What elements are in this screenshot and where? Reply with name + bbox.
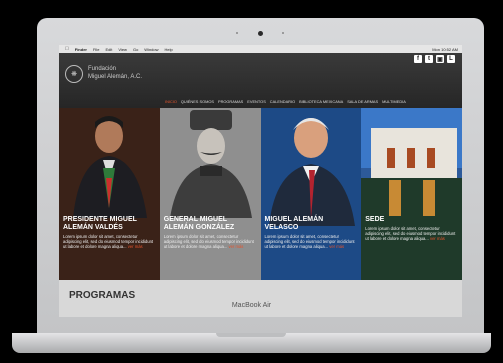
section-title[interactable]: PROGRAMAS xyxy=(69,290,135,301)
menubar-clock[interactable]: Mon 10:52 AM xyxy=(432,47,458,52)
portrait-image xyxy=(260,108,362,280)
camera xyxy=(258,31,263,36)
portrait-image xyxy=(59,108,160,280)
laptop-notch xyxy=(216,333,286,337)
mac-menubar:  Finder File Edit View Go Window Help M… xyxy=(59,45,462,53)
menu-file[interactable]: File xyxy=(93,47,99,52)
programas-section: PROGRAMAS xyxy=(59,280,462,317)
logo-emblem-icon[interactable]: ❋ xyxy=(65,65,83,83)
panel-body: Lorem ipsum dolor sit amet, consectetur … xyxy=(63,234,157,249)
panel-sede[interactable]: SEDE Lorem ipsum dolor sit amet, consect… xyxy=(361,108,462,280)
org-name-line2[interactable]: Miguel Alemán, A.C. xyxy=(88,74,142,80)
sensor-dot xyxy=(282,32,284,34)
main-nav: INICIO QUIÉNES SOMOS PROGRAMAS EVENTOS C… xyxy=(165,99,410,104)
panel-title-line2: VELASCO xyxy=(264,224,299,231)
nav-calendario[interactable]: CALENDARIO xyxy=(270,99,295,104)
panel-caption: SEDE Lorem ipsum dolor sit amet, consect… xyxy=(365,216,459,241)
hero-panels: PRESIDENTE MIGUEL ALEMÁN VALDÉS Lorem ip… xyxy=(59,108,462,280)
panel-title-line1: SEDE xyxy=(365,216,385,223)
panel-body: Lorem ipsum dolor sit amet, consectetur … xyxy=(164,234,258,249)
laptop-base xyxy=(12,333,491,353)
twitter-icon[interactable]: t xyxy=(425,55,433,63)
panel-title-line2: ALEMÁN VALDÉS xyxy=(63,224,123,231)
panel-title-line1: MIGUEL ALEMÁN xyxy=(264,216,324,223)
nav-biblioteca[interactable]: BIBLIOTECA MEXICANA xyxy=(299,99,343,104)
nav-programas[interactable]: PROGRAMAS xyxy=(218,99,243,104)
nav-quienes-somos[interactable]: QUIÉNES SOMOS xyxy=(181,99,214,104)
flickr-icon[interactable]: ▣ xyxy=(436,55,444,63)
nav-eventos[interactable]: EVENTOS xyxy=(247,99,266,104)
portrait-image xyxy=(159,108,261,280)
nav-sala-de-armas[interactable]: SALA DE ARMAS xyxy=(347,99,378,104)
site-header: ❋ Fundación Miguel Alemán, A.C. f t ▣ L … xyxy=(59,53,462,108)
panel-general[interactable]: GENERAL MIGUEL ALEMÁN GONZÁLEZ Lorem ips… xyxy=(159,108,261,280)
panel-body: Lorem ipsum dolor sit amet, consectetur … xyxy=(265,234,359,249)
nav-multimedia[interactable]: MULTIMEDIA xyxy=(382,99,406,104)
panel-title-line1: PRESIDENTE MIGUEL xyxy=(63,216,137,223)
menu-help[interactable]: Help xyxy=(165,47,173,52)
read-more-link[interactable]: ver más xyxy=(430,236,445,241)
screen:  Finder File Edit View Go Window Help M… xyxy=(59,45,462,317)
menu-go[interactable]: Go xyxy=(133,47,138,52)
building-image xyxy=(361,108,462,280)
org-name-line1[interactable]: Fundación xyxy=(88,66,116,72)
panel-title-line1: GENERAL MIGUEL xyxy=(163,216,228,223)
menu-window[interactable]: Window xyxy=(144,47,158,52)
panel-presidente[interactable]: PRESIDENTE MIGUEL ALEMÁN VALDÉS Lorem ip… xyxy=(59,108,160,280)
menu-app-name[interactable]: Finder xyxy=(75,47,87,52)
linkedin-icon[interactable]: L xyxy=(447,55,455,63)
sensor-dot xyxy=(236,32,238,34)
panel-body: Lorem ipsum dolor sit amet, consectetur … xyxy=(365,226,459,241)
panel-velasco[interactable]: MIGUEL ALEMÁN VELASCO Lorem ipsum dolor … xyxy=(260,108,362,280)
apple-icon[interactable]:  xyxy=(65,46,69,52)
facebook-icon[interactable]: f xyxy=(414,55,422,63)
menu-edit[interactable]: Edit xyxy=(105,47,112,52)
laptop-model-label: MacBook Air xyxy=(231,302,272,309)
nav-inicio[interactable]: INICIO xyxy=(165,99,177,104)
laptop-lid:  Finder File Edit View Go Window Help M… xyxy=(37,18,484,335)
panel-caption: GENERAL MIGUEL ALEMÁN GONZÁLEZ Lorem ips… xyxy=(164,216,258,249)
read-more-link[interactable]: ver más xyxy=(128,244,143,249)
menu-view[interactable]: View xyxy=(118,47,127,52)
read-more-link[interactable]: ver más xyxy=(228,244,243,249)
panel-title-line2: ALEMÁN GONZÁLEZ xyxy=(163,224,235,231)
read-more-link[interactable]: ver más xyxy=(329,244,344,249)
panel-caption: PRESIDENTE MIGUEL ALEMÁN VALDÉS Lorem ip… xyxy=(63,216,157,249)
panel-caption: MIGUEL ALEMÁN VELASCO Lorem ipsum dolor … xyxy=(265,216,359,249)
